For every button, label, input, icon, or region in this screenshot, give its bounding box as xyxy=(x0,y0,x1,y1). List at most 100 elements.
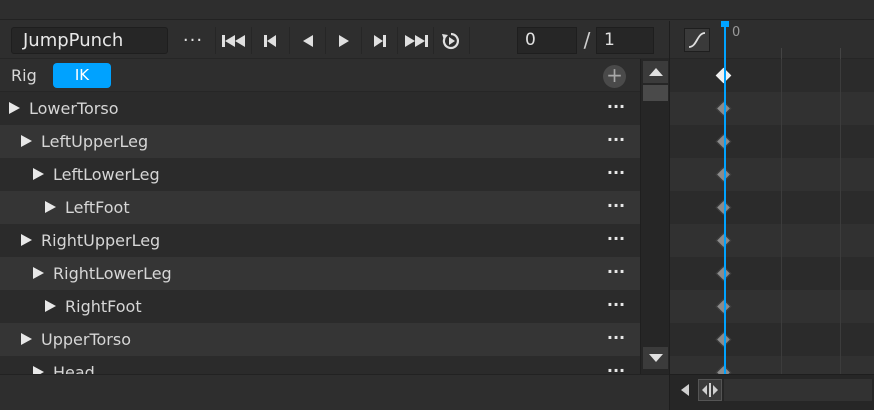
track-name: UpperTorso xyxy=(41,330,131,349)
step-back-icon xyxy=(303,34,313,47)
track-name: RightUpperLeg xyxy=(41,231,161,250)
animation-menu-button[interactable]: ··· xyxy=(176,27,210,54)
playhead-handle[interactable] xyxy=(721,21,729,27)
keyframe-row xyxy=(670,257,874,290)
track-menu-button[interactable]: ··· xyxy=(604,323,628,356)
track-name: RightFoot xyxy=(65,297,142,316)
track-row[interactable]: RightUpperLeg ··· xyxy=(0,224,640,257)
toolbar-divider xyxy=(251,27,252,54)
timeline-gridline xyxy=(781,59,782,374)
rig-row: Rig IK + xyxy=(0,59,640,92)
keyframe-row xyxy=(670,125,874,158)
timeline-gridline xyxy=(840,59,841,374)
playback-toolbar: JumpPunch ··· 0 / 1 xyxy=(0,21,669,59)
timeline-horizontal-scrollbar[interactable] xyxy=(724,379,872,401)
resize-handle-icon xyxy=(702,383,718,397)
track-row[interactable]: LowerTorso ··· xyxy=(0,92,640,125)
curve-editor-icon xyxy=(688,32,706,48)
frame-separator: / xyxy=(583,28,591,52)
keyframe-tracks xyxy=(670,59,874,374)
expand-arrow-icon[interactable] xyxy=(45,201,56,213)
expand-arrow-icon[interactable] xyxy=(21,135,32,147)
track-menu-button[interactable]: ··· xyxy=(604,191,628,224)
ik-button[interactable]: IK xyxy=(53,63,111,88)
next-keyframe-button[interactable] xyxy=(363,27,397,54)
track-row[interactable]: LeftLowerLeg ··· xyxy=(0,158,640,191)
keyframe-row xyxy=(670,92,874,125)
expand-arrow-icon[interactable] xyxy=(21,333,32,345)
scroll-up-button[interactable] xyxy=(643,61,668,83)
toolbar-divider xyxy=(361,27,362,54)
track-row[interactable]: LeftFoot ··· xyxy=(0,191,640,224)
toolbar-divider xyxy=(325,27,326,54)
keyframe-row xyxy=(670,290,874,323)
last-frame-button[interactable] xyxy=(399,27,433,54)
rig-label: Rig xyxy=(11,66,37,85)
timeline-footer xyxy=(670,374,874,410)
toolbar-divider xyxy=(289,27,290,54)
add-track-button[interactable]: + xyxy=(603,65,626,88)
loop-button[interactable] xyxy=(434,27,468,54)
animation-name-field[interactable]: JumpPunch xyxy=(11,27,168,54)
next-keyframe-icon xyxy=(374,34,386,47)
track-name: LeftLowerLeg xyxy=(53,165,160,184)
track-menu-button[interactable]: ··· xyxy=(604,92,628,125)
track-name: LeftFoot xyxy=(65,198,130,217)
ruler-tick xyxy=(840,48,841,59)
toolbar-divider xyxy=(469,27,470,54)
ruler-frame-label: 0 xyxy=(732,25,741,40)
track-menu-button[interactable]: ··· xyxy=(604,224,628,257)
expand-arrow-icon[interactable] xyxy=(9,102,20,114)
track-name: LeftUpperLeg xyxy=(41,132,149,151)
scroll-left-button[interactable] xyxy=(676,380,696,400)
track-name: Head xyxy=(53,363,95,374)
rig-keyframe-row xyxy=(670,59,874,92)
track-menu-button[interactable]: ··· xyxy=(604,356,628,374)
play-button[interactable] xyxy=(327,27,361,54)
track-row[interactable]: UpperTorso ··· xyxy=(0,323,640,356)
scroll-thumb[interactable] xyxy=(643,85,668,101)
timeline-ruler[interactable]: 0 xyxy=(670,21,874,59)
toolbar-divider xyxy=(215,27,216,54)
track-name: RightLowerLeg xyxy=(53,264,172,283)
keyframe-row xyxy=(670,224,874,257)
keyframe-row xyxy=(670,158,874,191)
curve-editor-button[interactable] xyxy=(684,28,710,52)
timeline-zoom-handle[interactable] xyxy=(698,379,722,401)
keyframe-row xyxy=(670,323,874,356)
top-bar xyxy=(0,0,874,20)
track-menu-button[interactable]: ··· xyxy=(604,158,628,191)
ruler-tick xyxy=(781,48,782,59)
previous-keyframe-icon xyxy=(264,34,276,47)
playhead[interactable] xyxy=(724,21,726,374)
track-menu-button[interactable]: ··· xyxy=(604,125,628,158)
current-frame-input[interactable]: 0 xyxy=(517,27,577,54)
first-frame-button[interactable] xyxy=(217,27,251,54)
loop-icon xyxy=(442,32,460,49)
track-list: LowerTorso ··· LeftUpperLeg ··· LeftLowerLeg… xyxy=(0,92,640,374)
expand-arrow-icon[interactable] xyxy=(45,300,56,312)
timeline-panel: 0 xyxy=(669,21,874,410)
keyframe-row xyxy=(670,356,874,374)
total-frames-input[interactable]: 1 xyxy=(596,27,654,54)
toolbar-divider xyxy=(397,27,398,54)
first-frame-icon xyxy=(222,34,245,47)
expand-arrow-icon[interactable] xyxy=(33,366,44,374)
track-row[interactable]: RightLowerLeg ··· xyxy=(0,257,640,290)
track-name: LowerTorso xyxy=(29,99,119,118)
keyframe-row xyxy=(670,191,874,224)
expand-arrow-icon[interactable] xyxy=(33,168,44,180)
scroll-down-button[interactable] xyxy=(643,347,668,369)
track-menu-button[interactable]: ··· xyxy=(604,257,628,290)
expand-arrow-icon[interactable] xyxy=(33,267,44,279)
step-back-button[interactable] xyxy=(291,27,325,54)
track-list-scrollbar[interactable] xyxy=(640,59,669,374)
track-menu-button[interactable]: ··· xyxy=(604,290,628,323)
expand-arrow-icon[interactable] xyxy=(21,234,32,246)
play-icon xyxy=(339,34,349,47)
track-row[interactable]: LeftUpperLeg ··· xyxy=(0,125,640,158)
last-frame-icon xyxy=(405,34,428,47)
track-row[interactable]: RightFoot ··· xyxy=(0,290,640,323)
previous-keyframe-button[interactable] xyxy=(253,27,287,54)
track-row[interactable]: Head ··· xyxy=(0,356,640,374)
